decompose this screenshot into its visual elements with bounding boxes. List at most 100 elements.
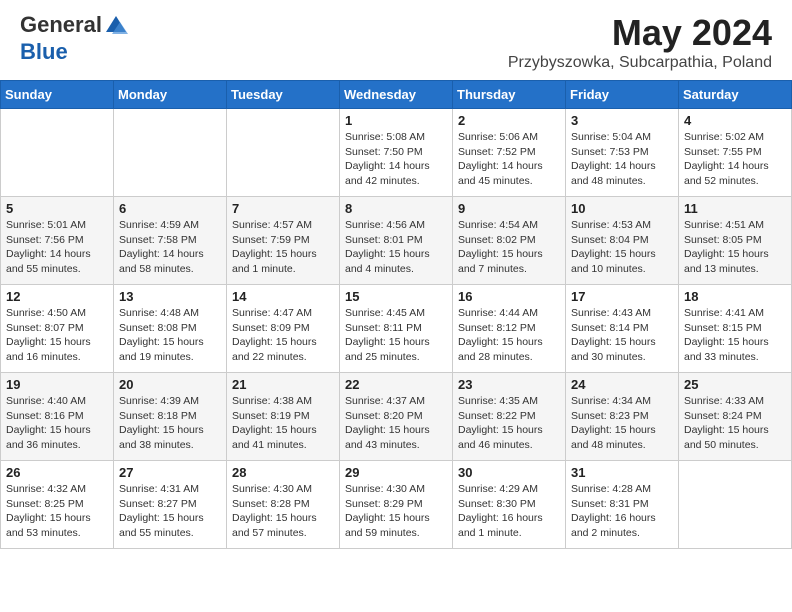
calendar-cell: 24Sunrise: 4:34 AMSunset: 8:23 PMDayligh…	[566, 373, 679, 461]
title-block: May 2024 Przybyszowka, Subcarpathia, Pol…	[508, 12, 772, 72]
day-number: 21	[232, 377, 334, 392]
calendar-week-row: 1 Sunrise: 5:08 AMSunset: 7:50 PMDaylight…	[1, 109, 792, 197]
calendar-cell: 23Sunrise: 4:35 AMSunset: 8:22 PMDayligh…	[453, 373, 566, 461]
calendar-cell	[227, 109, 340, 197]
calendar-cell: 6 Sunrise: 4:59 AMSunset: 7:58 PMDaylight…	[114, 197, 227, 285]
day-info: Sunrise: 4:31 AMSunset: 8:27 PMDaylight:…	[119, 482, 221, 541]
day-number: 13	[119, 289, 221, 304]
calendar-cell: 26 Sunrise: 4:32 AMSunset: 8:25 PMDayligh…	[1, 461, 114, 549]
calendar-cell: 29 Sunrise: 4:30 AMSunset: 8:29 PMDayligh…	[340, 461, 453, 549]
calendar-week-row: 19 Sunrise: 4:40 AMSunset: 8:16 PMDayligh…	[1, 373, 792, 461]
day-number: 27	[119, 465, 221, 480]
day-number: 24	[571, 377, 673, 392]
weekday-header: Thursday	[453, 81, 566, 109]
day-info: Sunrise: 4:48 AMSunset: 8:08 PMDaylight:…	[119, 306, 221, 365]
day-number: 9	[458, 201, 560, 216]
day-info: Sunrise: 4:43 AMSunset: 8:14 PMDaylight:…	[571, 306, 673, 365]
day-number: 25	[684, 377, 786, 392]
calendar-cell: 19 Sunrise: 4:40 AMSunset: 8:16 PMDayligh…	[1, 373, 114, 461]
calendar-cell: 16 Sunrise: 4:44 AMSunset: 8:12 PMDayligh…	[453, 285, 566, 373]
day-number: 18	[684, 289, 786, 304]
calendar-cell	[679, 461, 792, 549]
calendar-cell: 30 Sunrise: 4:29 AMSunset: 8:30 PMDayligh…	[453, 461, 566, 549]
day-number: 12	[6, 289, 108, 304]
weekday-header: Tuesday	[227, 81, 340, 109]
calendar-week-row: 26 Sunrise: 4:32 AMSunset: 8:25 PMDayligh…	[1, 461, 792, 549]
calendar-cell	[1, 109, 114, 197]
weekday-header: Monday	[114, 81, 227, 109]
calendar-cell: 9 Sunrise: 4:54 AMSunset: 8:02 PMDaylight…	[453, 197, 566, 285]
day-number: 15	[345, 289, 447, 304]
calendar-week-row: 5 Sunrise: 5:01 AMSunset: 7:56 PMDaylight…	[1, 197, 792, 285]
day-number: 7	[232, 201, 334, 216]
day-number: 2	[458, 113, 560, 128]
day-info: Sunrise: 4:37 AMSunset: 8:20 PMDaylight:…	[345, 394, 447, 453]
day-info: Sunrise: 5:02 AMSunset: 7:55 PMDaylight:…	[684, 130, 786, 189]
calendar-cell: 11 Sunrise: 4:51 AMSunset: 8:05 PMDayligh…	[679, 197, 792, 285]
day-info: Sunrise: 5:08 AMSunset: 7:50 PMDaylight:…	[345, 130, 447, 189]
day-info: Sunrise: 4:47 AMSunset: 8:09 PMDaylight:…	[232, 306, 334, 365]
month-title: May 2024	[508, 12, 772, 54]
day-info: Sunrise: 4:38 AMSunset: 8:19 PMDaylight:…	[232, 394, 334, 453]
day-info: Sunrise: 5:06 AMSunset: 7:52 PMDaylight:…	[458, 130, 560, 189]
day-info: Sunrise: 5:01 AMSunset: 7:56 PMDaylight:…	[6, 218, 108, 277]
day-info: Sunrise: 4:28 AMSunset: 8:31 PMDaylight:…	[571, 482, 673, 541]
day-info: Sunrise: 4:29 AMSunset: 8:30 PMDaylight:…	[458, 482, 560, 541]
day-number: 3	[571, 113, 673, 128]
calendar-cell: 2 Sunrise: 5:06 AMSunset: 7:52 PMDaylight…	[453, 109, 566, 197]
day-number: 11	[684, 201, 786, 216]
day-number: 26	[6, 465, 108, 480]
day-number: 20	[119, 377, 221, 392]
calendar-cell: 12 Sunrise: 4:50 AMSunset: 8:07 PMDayligh…	[1, 285, 114, 373]
day-info: Sunrise: 4:40 AMSunset: 8:16 PMDaylight:…	[6, 394, 108, 453]
calendar-cell	[114, 109, 227, 197]
day-info: Sunrise: 4:32 AMSunset: 8:25 PMDaylight:…	[6, 482, 108, 541]
calendar-cell: 25 Sunrise: 4:33 AMSunset: 8:24 PMDayligh…	[679, 373, 792, 461]
calendar-table: SundayMondayTuesdayWednesdayThursdayFrid…	[0, 80, 792, 549]
day-info: Sunrise: 4:33 AMSunset: 8:24 PMDaylight:…	[684, 394, 786, 453]
day-number: 19	[6, 377, 108, 392]
day-number: 22	[345, 377, 447, 392]
day-number: 14	[232, 289, 334, 304]
day-number: 16	[458, 289, 560, 304]
logo: General Blue	[20, 12, 110, 64]
day-info: Sunrise: 4:54 AMSunset: 8:02 PMDaylight:…	[458, 218, 560, 277]
day-number: 30	[458, 465, 560, 480]
day-info: Sunrise: 4:45 AMSunset: 8:11 PMDaylight:…	[345, 306, 447, 365]
calendar-cell: 17 Sunrise: 4:43 AMSunset: 8:14 PMDayligh…	[566, 285, 679, 373]
day-info: Sunrise: 4:56 AMSunset: 8:01 PMDaylight:…	[345, 218, 447, 277]
weekday-header: Wednesday	[340, 81, 453, 109]
calendar-cell: 10Sunrise: 4:53 AMSunset: 8:04 PMDayligh…	[566, 197, 679, 285]
day-number: 31	[571, 465, 673, 480]
day-info: Sunrise: 4:51 AMSunset: 8:05 PMDaylight:…	[684, 218, 786, 277]
day-info: Sunrise: 5:04 AMSunset: 7:53 PMDaylight:…	[571, 130, 673, 189]
calendar-cell: 13 Sunrise: 4:48 AMSunset: 8:08 PMDayligh…	[114, 285, 227, 373]
day-number: 29	[345, 465, 447, 480]
day-info: Sunrise: 4:30 AMSunset: 8:28 PMDaylight:…	[232, 482, 334, 541]
day-info: Sunrise: 4:59 AMSunset: 7:58 PMDaylight:…	[119, 218, 221, 277]
day-info: Sunrise: 4:44 AMSunset: 8:12 PMDaylight:…	[458, 306, 560, 365]
calendar-cell: 28 Sunrise: 4:30 AMSunset: 8:28 PMDayligh…	[227, 461, 340, 549]
day-info: Sunrise: 4:35 AMSunset: 8:22 PMDaylight:…	[458, 394, 560, 453]
day-number: 28	[232, 465, 334, 480]
calendar-cell: 7 Sunrise: 4:57 AMSunset: 7:59 PMDaylight…	[227, 197, 340, 285]
location-title: Przybyszowka, Subcarpathia, Poland	[508, 54, 772, 72]
day-number: 6	[119, 201, 221, 216]
calendar-cell: 8 Sunrise: 4:56 AMSunset: 8:01 PMDaylight…	[340, 197, 453, 285]
day-number: 4	[684, 113, 786, 128]
weekday-header: Saturday	[679, 81, 792, 109]
day-number: 8	[345, 201, 447, 216]
day-info: Sunrise: 4:30 AMSunset: 8:29 PMDaylight:…	[345, 482, 447, 541]
day-number: 17	[571, 289, 673, 304]
day-info: Sunrise: 4:50 AMSunset: 8:07 PMDaylight:…	[6, 306, 108, 365]
calendar-cell: 31 Sunrise: 4:28 AMSunset: 8:31 PMDayligh…	[566, 461, 679, 549]
day-info: Sunrise: 4:57 AMSunset: 7:59 PMDaylight:…	[232, 218, 334, 277]
weekday-header: Sunday	[1, 81, 114, 109]
calendar-week-row: 12 Sunrise: 4:50 AMSunset: 8:07 PMDayligh…	[1, 285, 792, 373]
calendar-cell: 22 Sunrise: 4:37 AMSunset: 8:20 PMDayligh…	[340, 373, 453, 461]
calendar-cell: 27 Sunrise: 4:31 AMSunset: 8:27 PMDayligh…	[114, 461, 227, 549]
day-number: 1	[345, 113, 447, 128]
day-info: Sunrise: 4:39 AMSunset: 8:18 PMDaylight:…	[119, 394, 221, 453]
calendar-cell: 14 Sunrise: 4:47 AMSunset: 8:09 PMDayligh…	[227, 285, 340, 373]
day-number: 5	[6, 201, 108, 216]
